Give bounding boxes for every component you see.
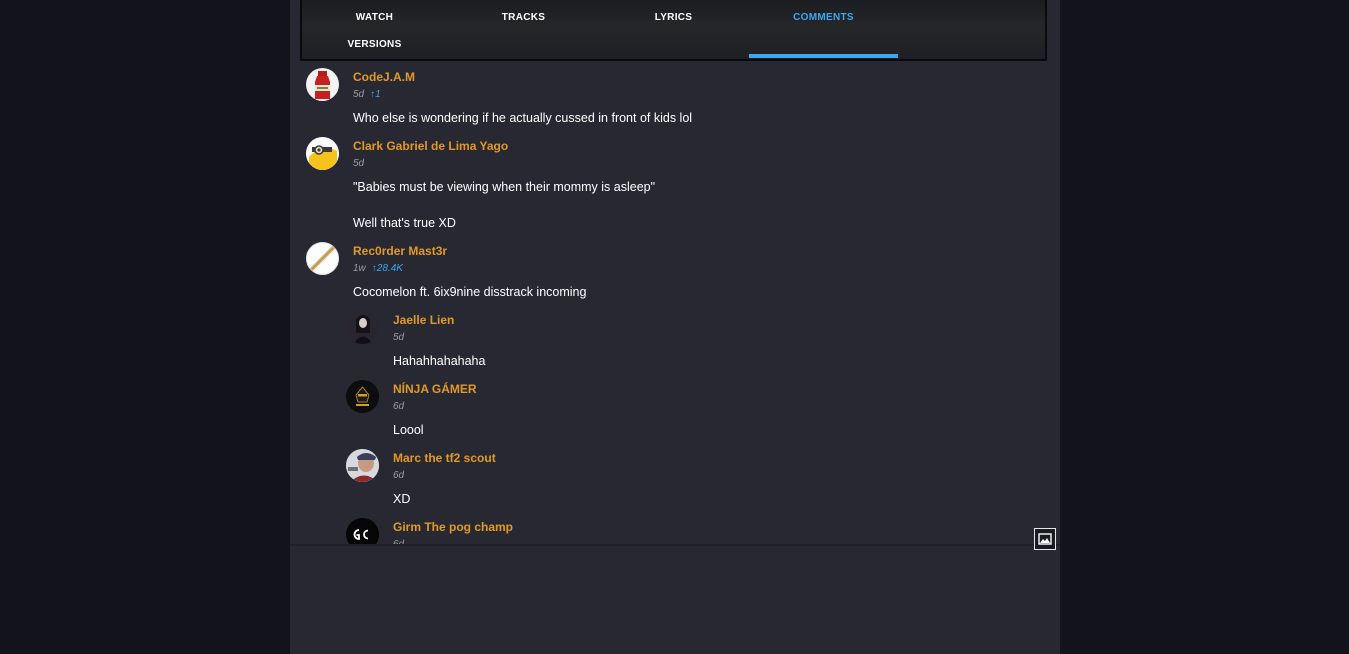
comment-age: 1w [353,263,366,274]
comment-upvotes: ↑1 [370,89,381,100]
portrait-avatar-icon[interactable] [346,311,379,344]
gc-logo-avatar-icon[interactable] [346,518,379,544]
ketchup-bottle-avatar-icon[interactable] [306,68,339,101]
comment-text: Cocomelon ft. 6ix9nine disstrack incomin… [353,285,587,299]
reply-age: 6d [393,401,405,412]
comment-upvotes: ↑28.4K [371,263,403,274]
comment-text: Who else is wondering if he actually cus… [353,111,693,125]
app-panel: WATCH TRACKS LYRICS COMMENTS VERSIONS Co… [290,0,1060,654]
tab-comments[interactable]: COMMENTS [749,12,898,23]
reply-meta: 6d [393,470,404,481]
reply-author[interactable]: Jaelle Lien [393,313,454,327]
comments-list[interactable]: CodeJ.A.M 5d ↑1 Who else is wondering if … [290,61,1060,544]
tab-tracks[interactable]: TRACKS [449,12,598,23]
reply-text: Loool [393,423,424,437]
bottom-panel [290,546,1060,654]
reply-meta: 6d [393,401,404,412]
ninja-logo-avatar-icon[interactable] [346,380,379,413]
app-logo-icon[interactable] [1034,528,1056,550]
tab-versions[interactable]: VERSIONS [300,39,449,50]
scout-avatar-icon[interactable] [346,449,379,482]
comment-age: 5d [353,158,365,169]
comment-author[interactable]: Clark Gabriel de Lima Yago [353,139,508,153]
reply-text: XD [393,492,411,506]
tab-lyrics[interactable]: LYRICS [599,12,748,23]
comment-author[interactable]: CodeJ.A.M [353,70,415,84]
tab-bar: WATCH TRACKS LYRICS COMMENTS VERSIONS [300,0,1047,61]
reply-author[interactable]: Girm The pog champ [393,520,513,534]
reply-age: 6d [393,470,405,481]
comment-meta: 5d ↑1 [353,89,381,100]
comment-author[interactable]: Rec0rder Mast3r [353,244,447,258]
yellow-cartoon-avatar-icon[interactable] [306,137,339,170]
recorder-avatar-icon[interactable] [306,242,339,275]
reply-meta: 5d [393,332,404,343]
comment-meta: 5d [353,158,364,169]
comment-meta: 1w ↑28.4K [353,263,403,274]
tab-watch[interactable]: WATCH [300,12,449,23]
comment-age: 5d [353,89,365,100]
reply-text: Hahahhahahaha [393,354,486,368]
active-tab-indicator [749,54,898,58]
comment-text: Well that's true XD [353,216,456,230]
reply-author[interactable]: NÍNJA GÁMER [393,382,477,396]
reply-age: 5d [393,332,405,343]
reply-author[interactable]: Marc the tf2 scout [393,451,496,465]
comment-text: "Babies must be viewing when their mommy… [353,180,656,194]
